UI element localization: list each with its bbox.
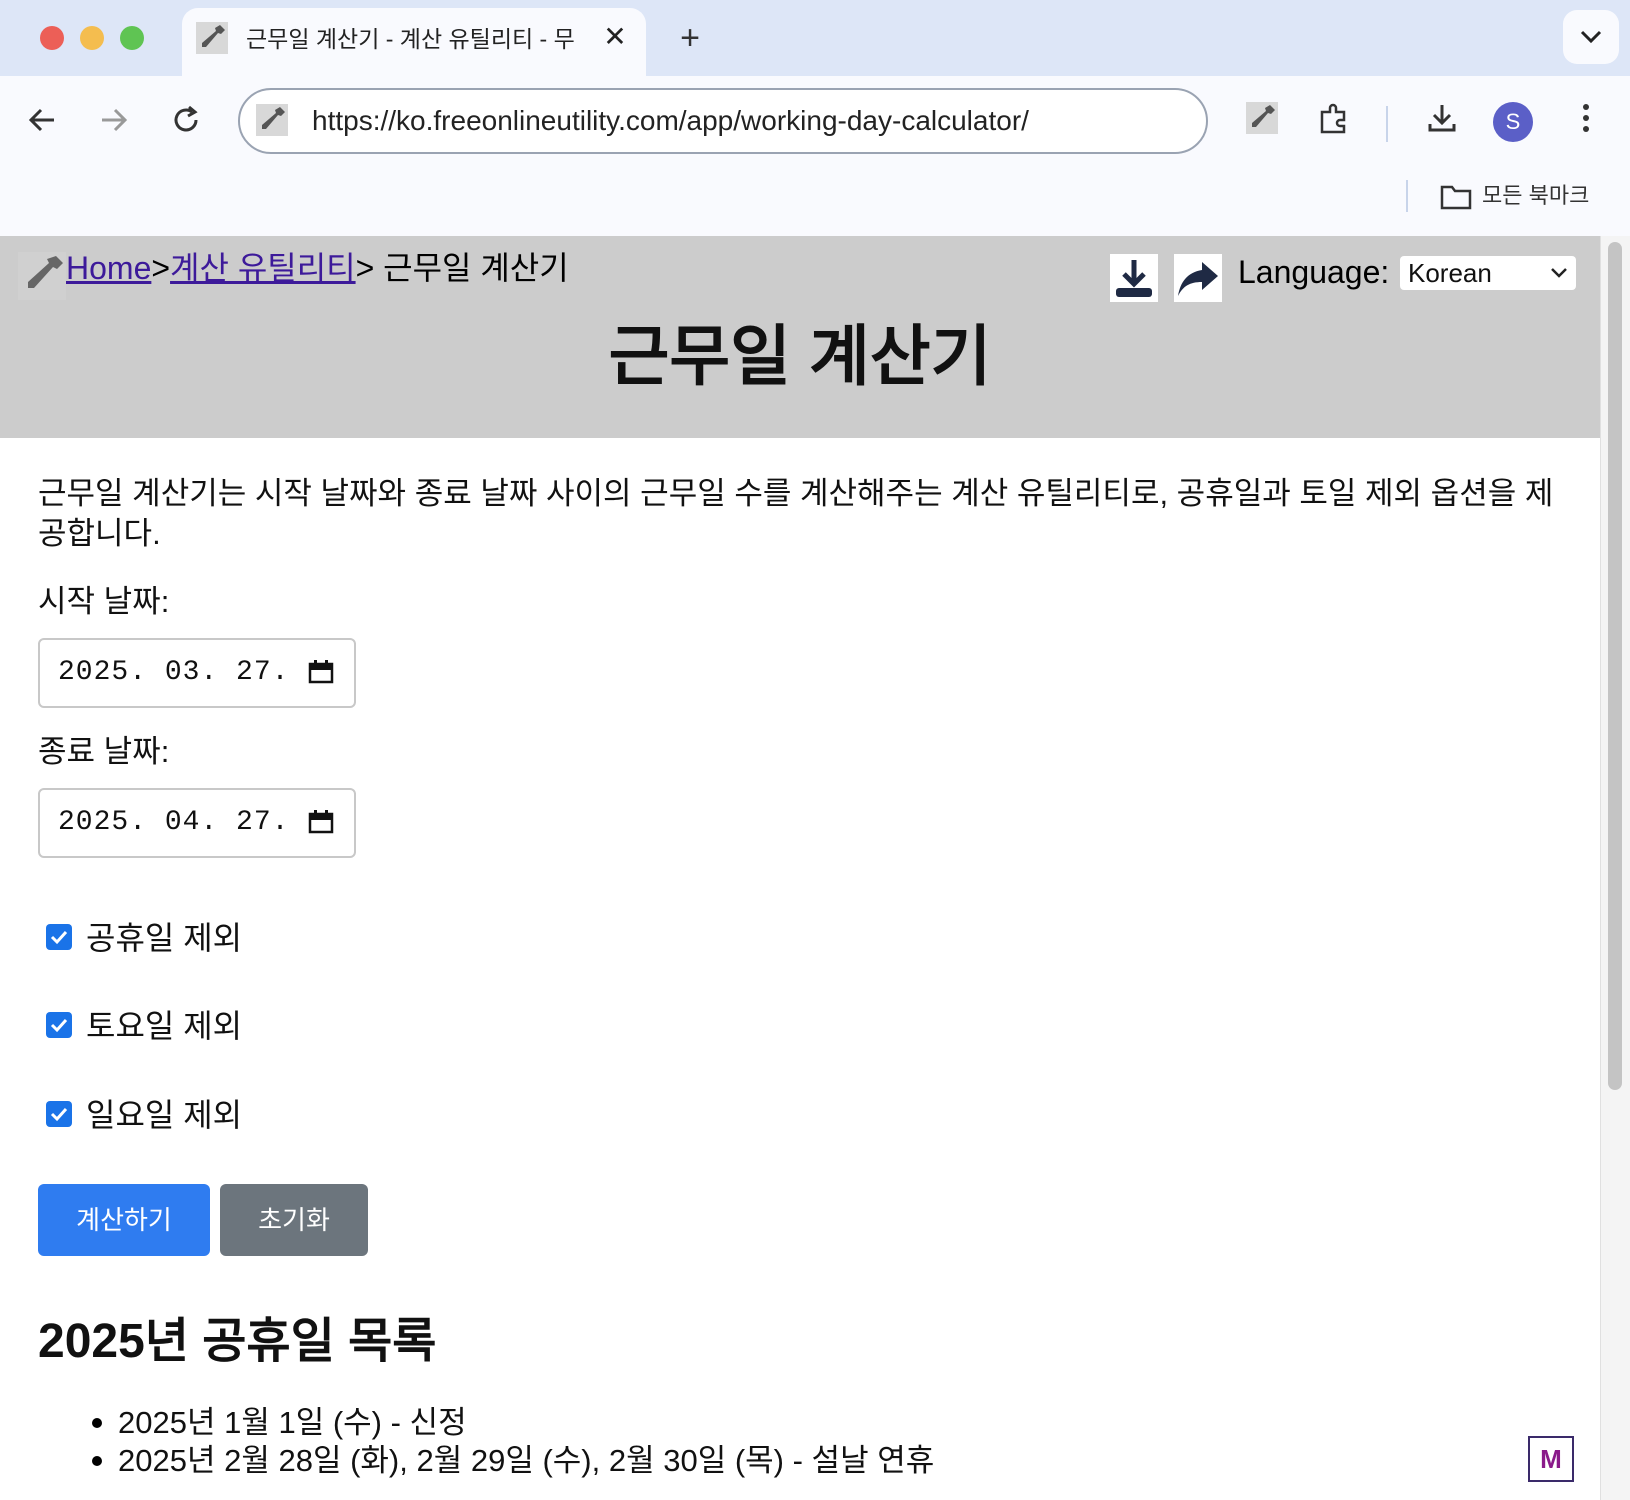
breadcrumb-current: > 근무일 계산기 <box>355 250 569 286</box>
calculate-button[interactable]: 계산하기 <box>38 1184 210 1256</box>
intro-text: 근무일 계산기는 시작 날짜와 종료 날짜 사이의 근무일 수를 계산해주는 계… <box>38 476 1554 551</box>
start-date-input[interactable]: 2025. 03. 27. <box>38 638 356 708</box>
chevron-down-icon <box>1551 268 1567 278</box>
download-icon[interactable] <box>1110 254 1158 302</box>
url-text[interactable]: https://ko.freeonlineutility.com/app/wor… <box>312 90 1029 152</box>
tab-title: 근무일 계산기 - 계산 유틸리티 - 무 <box>246 26 575 52</box>
tab-close-icon[interactable]: ✕ <box>598 20 632 54</box>
site-favicon-icon <box>256 104 288 136</box>
forward-icon[interactable] <box>92 102 136 146</box>
browser-toolbar: https://ko.freeonlineutility.com/app/wor… <box>0 76 1630 236</box>
holiday-list: 2025년 1월 1일 (수) - 신정 2025년 2월 28일 (화), 2… <box>91 1404 935 1480</box>
window-minimize-button[interactable] <box>80 26 104 50</box>
more-menu-icon[interactable] <box>1564 102 1608 146</box>
holiday-item: 2025년 2월 28일 (화), 2월 29일 (수), 2월 30일 (목)… <box>91 1443 935 1478</box>
breadcrumb: Home>계산 유틸리티> 근무일 계산기 <box>66 248 569 288</box>
breadcrumb-home-link[interactable]: Home <box>66 250 151 286</box>
new-tab-button[interactable]: + <box>670 18 710 58</box>
holiday-item: 2025년 1월 1일 (수) - 신정 <box>91 1404 934 1442</box>
chevron-down-icon <box>1580 30 1602 43</box>
window-zoom-button[interactable] <box>120 26 144 50</box>
breadcrumb-separator: > <box>151 250 171 286</box>
window-close-button[interactable] <box>40 26 64 50</box>
language-label: Language: <box>1238 254 1390 290</box>
all-bookmarks-button[interactable]: 모든 북마크 <box>1440 174 1589 218</box>
language-select-value: Korean <box>1408 258 1492 288</box>
reset-button[interactable]: 초기화 <box>220 1184 368 1256</box>
profile-avatar[interactable]: S <box>1493 102 1533 142</box>
exclude-sunday-checkbox[interactable] <box>46 1101 72 1127</box>
exclude-saturday-checkbox[interactable] <box>46 1012 72 1038</box>
exclude-holidays-label[interactable]: 공휴일 제외 <box>86 916 242 960</box>
wrench-favicon-icon <box>196 22 228 54</box>
toolbar-divider <box>1386 106 1388 142</box>
bookmarks-divider <box>1406 180 1408 212</box>
tab-search-button[interactable] <box>1563 10 1619 64</box>
all-bookmarks-label: 모든 북마크 <box>1482 183 1590 208</box>
end-date-input[interactable]: 2025. 04. 27. <box>38 788 356 858</box>
site-logo-icon <box>18 252 66 300</box>
extension-wrench-icon[interactable] <box>1240 102 1284 146</box>
share-icon[interactable] <box>1174 254 1222 302</box>
exclude-holidays-checkbox[interactable] <box>46 924 72 950</box>
browser-tab-bar: 근무일 계산기 - 계산 유틸리티 - 무 ✕ + <box>0 0 1630 76</box>
calendar-icon[interactable] <box>308 810 334 834</box>
page-title: 근무일 계산기 <box>608 319 992 393</box>
exclude-sunday-label[interactable]: 일요일 제외 <box>86 1093 242 1137</box>
breadcrumb-category-link[interactable]: 계산 유틸리티 <box>170 250 356 286</box>
page-content: Home>계산 유틸리티> 근무일 계산기 Language: Korean 근… <box>0 236 1600 1500</box>
end-date-value: 2025. 04. 27. <box>58 807 290 838</box>
start-date-value: 2025. 03. 27. <box>58 657 290 688</box>
exclude-saturday-label[interactable]: 토요일 제외 <box>86 1004 242 1048</box>
calendar-icon[interactable] <box>308 660 334 684</box>
folder-icon <box>1440 185 1472 210</box>
browser-tab-active[interactable]: 근무일 계산기 - 계산 유틸리티 - 무 ✕ <box>182 8 646 76</box>
language-select[interactable]: Korean <box>1400 256 1576 290</box>
end-date-label: 종료 날짜: <box>38 734 170 769</box>
site-header: Home>계산 유틸리티> 근무일 계산기 Language: Korean 근… <box>0 236 1600 438</box>
reload-icon[interactable] <box>164 102 208 146</box>
address-bar[interactable]: https://ko.freeonlineutility.com/app/wor… <box>238 88 1208 154</box>
floating-m-logo-icon[interactable]: M <box>1528 1436 1574 1482</box>
downloads-icon[interactable] <box>1420 102 1464 146</box>
start-date-label: 시작 날짜: <box>38 584 170 619</box>
holidays-heading: 2025년 공휴일 목록 <box>38 1315 437 1368</box>
extensions-puzzle-icon[interactable] <box>1312 102 1356 146</box>
scrollbar-thumb[interactable] <box>1608 242 1622 1090</box>
back-icon[interactable] <box>20 102 64 146</box>
